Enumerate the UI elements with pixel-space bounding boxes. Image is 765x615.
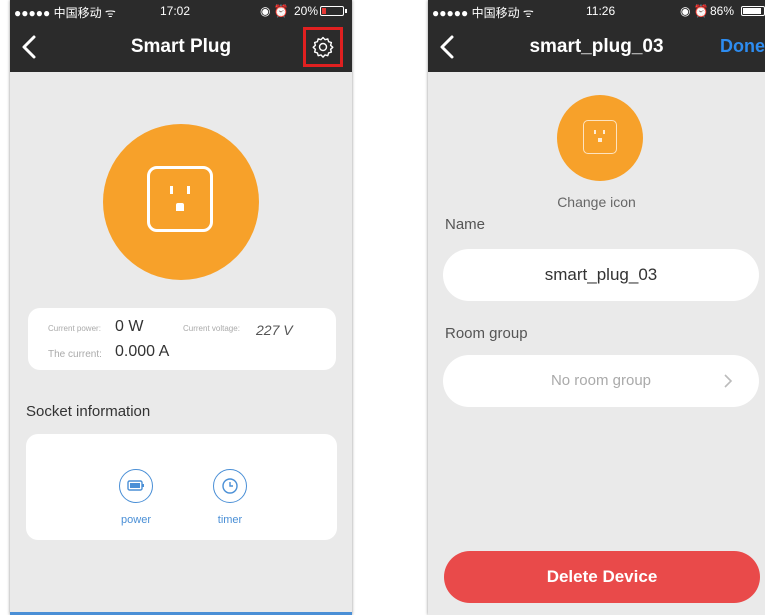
gear-icon: [312, 36, 334, 58]
nav-bar: Smart Plug: [10, 22, 352, 72]
readings-card: Current power: 0 W Current voltage: 227 …: [28, 308, 336, 370]
clock-icon: [221, 477, 238, 494]
clock: 11:26: [586, 4, 616, 18]
chevron-right-icon: [724, 374, 733, 388]
power-value: 0 W: [115, 318, 144, 335]
clock: 17:02: [160, 4, 191, 18]
status-icons: ◉ ⏰: [260, 4, 289, 18]
carrier-label: ●●●●● 中国移动 ᯤ: [432, 6, 534, 20]
status-bar: ●●●●● 中国移动 ᯤ 17:02 ◉ ⏰ 20%: [10, 0, 352, 22]
status-icons: ◉ ⏰: [680, 4, 709, 18]
battery-outline-icon: [126, 479, 144, 491]
page-title: Smart Plug: [130, 36, 232, 57]
voltage-label: Current voltage:: [183, 324, 240, 333]
device-settings-screen: ●●●●● 中国移动 ᯤ 11:26 ◉ ⏰ 86% smart_plug_03…: [428, 0, 765, 615]
power-button[interactable]: [119, 469, 153, 503]
battery-percent: 86%: [710, 4, 735, 18]
voltage-value: 227 V: [256, 322, 293, 338]
battery-percent: 20%: [294, 4, 319, 18]
room-group-selector[interactable]: No room group: [443, 355, 759, 407]
power-button-label[interactable]: power: [106, 514, 166, 526]
smart-plug-screen: ●●●●● 中国移动 ᯤ 17:02 ◉ ⏰ 20% Smart Plug Cu…: [10, 0, 352, 615]
settings-button[interactable]: [303, 27, 343, 67]
room-group-value: No room group: [550, 372, 652, 389]
device-icon-button[interactable]: [557, 95, 643, 181]
status-bar: ●●●●● 中国移动 ᯤ 11:26 ◉ ⏰ 86%: [428, 0, 765, 22]
done-button[interactable]: Done: [720, 36, 765, 57]
change-icon-link[interactable]: Change icon: [428, 194, 765, 210]
battery-icon: [741, 6, 765, 16]
plug-toggle[interactable]: [103, 124, 259, 280]
power-label: Current power:: [48, 324, 101, 333]
room-group-label: Room group: [445, 325, 528, 342]
battery-icon: [320, 6, 347, 16]
nav-bar: smart_plug_03 Done: [428, 22, 765, 72]
name-label: Name: [445, 216, 486, 233]
current-label: The current:: [48, 349, 102, 360]
name-field[interactable]: smart_plug_03: [443, 249, 759, 301]
page-title: smart_plug_03: [529, 36, 664, 57]
name-field-value: smart_plug_03: [544, 265, 658, 284]
socket-icon: [583, 120, 617, 154]
socket-icon: [147, 166, 213, 232]
carrier-label: ●●●●● 中国移动 ᯤ: [14, 6, 116, 20]
current-value: 0.000 A: [115, 343, 170, 360]
timer-button[interactable]: [213, 469, 247, 503]
timer-button-label[interactable]: timer: [200, 514, 260, 526]
delete-device-button[interactable]: Delete Device: [444, 551, 760, 603]
socket-info-card: power timer: [26, 434, 337, 540]
socket-info-title: Socket information: [26, 403, 151, 420]
